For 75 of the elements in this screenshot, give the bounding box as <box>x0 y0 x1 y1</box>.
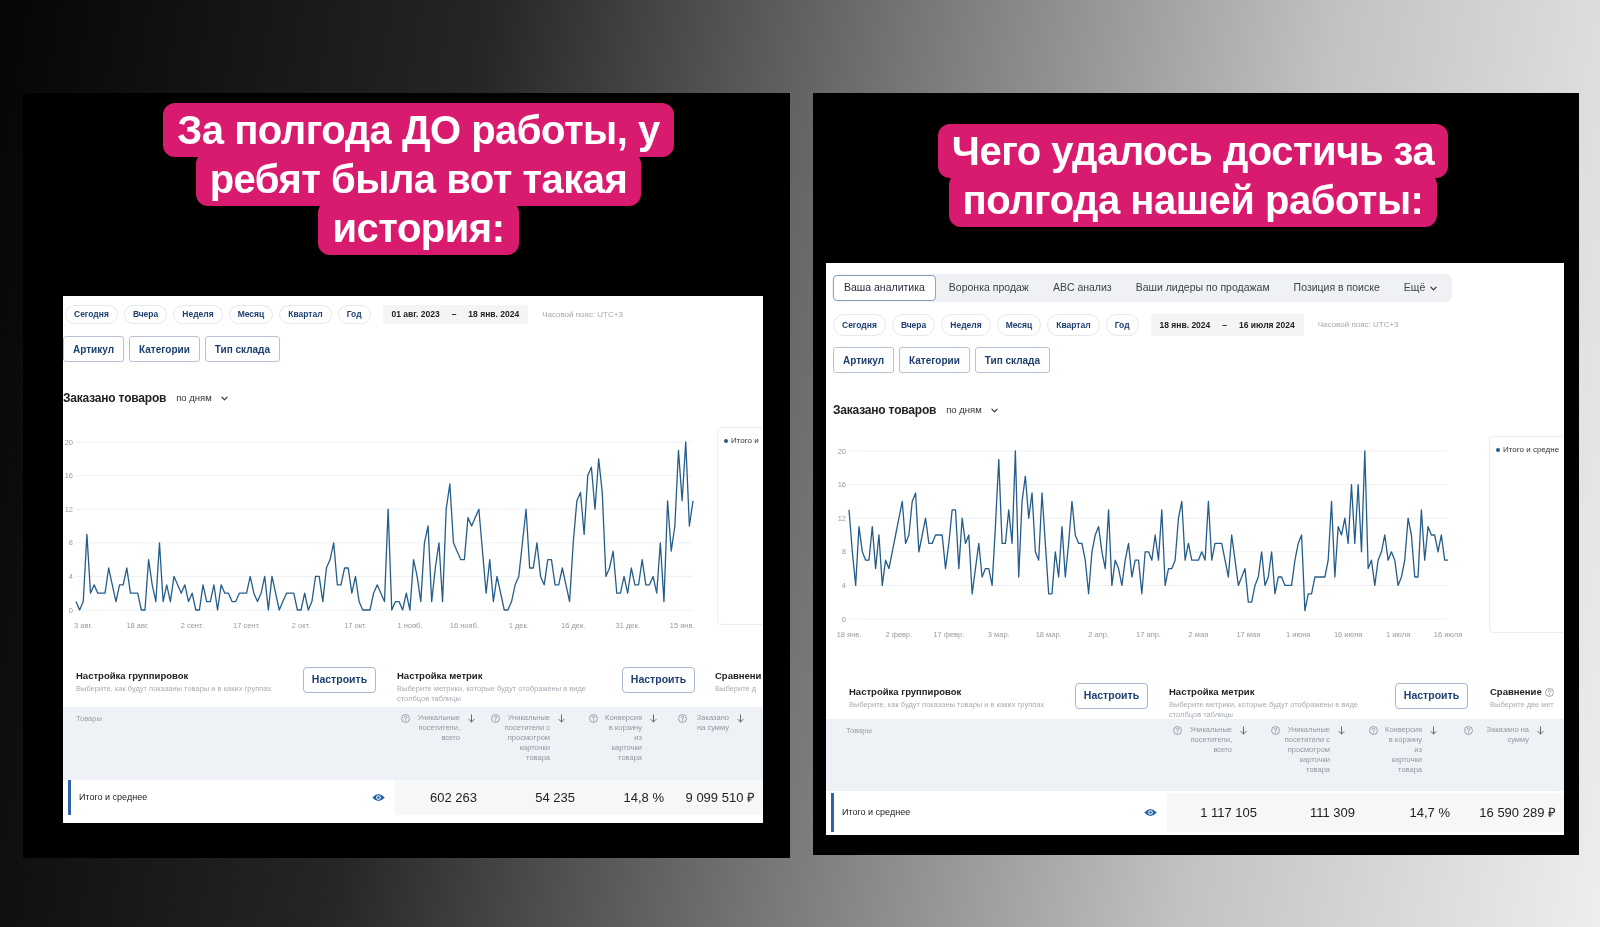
period-button[interactable]: Неделя <box>941 314 991 336</box>
chevron-down-icon <box>1430 285 1438 291</box>
row-label: Итого и среднее <box>842 805 911 819</box>
period-button[interactable]: Неделя <box>173 305 223 324</box>
period-button[interactable]: Месяц <box>228 305 274 324</box>
date-range-field[interactable]: 01 авг. 2023 – 18 янв. 2024 <box>382 305 529 324</box>
filter-button[interactable]: Категории <box>899 347 970 373</box>
legend-label: Итого и средне <box>1503 445 1560 455</box>
period-button[interactable]: Квартал <box>279 305 332 324</box>
period-button[interactable]: Месяц <box>996 314 1042 336</box>
tab[interactable]: ABC анализ <box>1041 275 1123 301</box>
filter-button[interactable]: Артикул <box>833 347 895 373</box>
period-button[interactable]: Год <box>337 305 371 324</box>
tab[interactable]: Позиция в поиске <box>1282 275 1391 301</box>
settings-title: Настройка группировок <box>849 685 962 699</box>
configure-button[interactable]: Настроить <box>1075 683 1148 709</box>
settings-title: Настройка группировок <box>76 669 189 683</box>
filter-button[interactable]: Тип склада <box>974 347 1051 373</box>
legend-label: Итого и <box>731 436 759 446</box>
configure-button[interactable]: Настроить <box>622 667 695 693</box>
granularity-dropdown[interactable]: по дням <box>176 390 228 406</box>
timezone-label: Часовой пояс: UTC+3 <box>542 308 623 321</box>
table-cell: 16 590 289 ₽ <box>1458 793 1564 832</box>
help-icon <box>1369 726 1378 735</box>
period-button[interactable]: Вчера <box>123 305 168 324</box>
arrow-down-icon[interactable] <box>737 714 744 723</box>
tab[interactable]: Ещё <box>1392 275 1449 301</box>
row-label: Итого и среднее <box>79 790 148 804</box>
configure-button[interactable]: Настроить <box>1395 683 1468 709</box>
settings-title: Настройка метрик <box>1169 685 1255 699</box>
period-button[interactable]: Сегодня <box>833 314 886 336</box>
table-cell: 14,8 % <box>583 780 672 815</box>
help-icon <box>1173 726 1182 735</box>
table-cell: 602 263 <box>395 780 485 815</box>
table-cell: 14,7 % <box>1363 793 1458 832</box>
tab[interactable]: Воронка продаж <box>937 275 1040 301</box>
arrow-down-icon[interactable] <box>1537 726 1544 735</box>
tab[interactable]: Ваши лидеры по продажам <box>1124 275 1281 301</box>
help-icon <box>491 714 500 723</box>
arrow-down-icon[interactable] <box>558 714 565 723</box>
help-icon <box>589 714 598 723</box>
settings-title: Сравнени <box>715 669 762 683</box>
tab[interactable]: Ваша аналитика <box>833 275 936 301</box>
period-button[interactable]: Год <box>1105 314 1139 336</box>
timezone-label: Часовой пояс: UTC+3 <box>1317 319 1399 331</box>
period-button[interactable]: Вчера <box>891 314 936 336</box>
period-button[interactable]: Квартал <box>1047 314 1100 336</box>
eye-icon[interactable] <box>372 793 385 802</box>
help-icon <box>678 714 687 723</box>
table-cell: 9 099 510 ₽ <box>672 780 763 815</box>
configure-button[interactable]: Настроить <box>303 667 376 693</box>
date-range-field[interactable]: 18 янв. 2024 – 16 июля 2024 <box>1150 314 1304 336</box>
granularity-dropdown[interactable]: по дням <box>946 402 998 418</box>
arrow-down-icon[interactable] <box>650 714 657 723</box>
settings-title: Сравнение <box>1490 685 1542 699</box>
table-cell: 54 235 <box>485 780 583 815</box>
eye-icon[interactable] <box>1144 808 1157 817</box>
chevron-down-icon <box>220 395 228 401</box>
help-icon <box>1464 726 1473 735</box>
arrow-down-icon[interactable] <box>1338 726 1345 735</box>
chart-title: Заказано товаров <box>833 402 937 419</box>
help-icon <box>401 714 410 723</box>
filter-button[interactable]: Категории <box>129 336 200 362</box>
chevron-down-icon <box>990 407 998 413</box>
settings-title: Настройка метрик <box>397 669 483 683</box>
table-cell: 1 117 105 <box>1167 793 1265 832</box>
period-button[interactable]: Сегодня <box>65 305 118 324</box>
filter-button[interactable]: Тип склада <box>204 336 281 362</box>
filter-button[interactable]: Артикул <box>63 336 125 362</box>
arrow-down-icon[interactable] <box>468 714 475 723</box>
table-cell: 111 309 <box>1265 793 1363 832</box>
help-icon <box>1271 726 1280 735</box>
arrow-down-icon[interactable] <box>1240 726 1247 735</box>
chart-title: Заказано товаров <box>63 390 167 407</box>
arrow-down-icon[interactable] <box>1430 726 1437 735</box>
